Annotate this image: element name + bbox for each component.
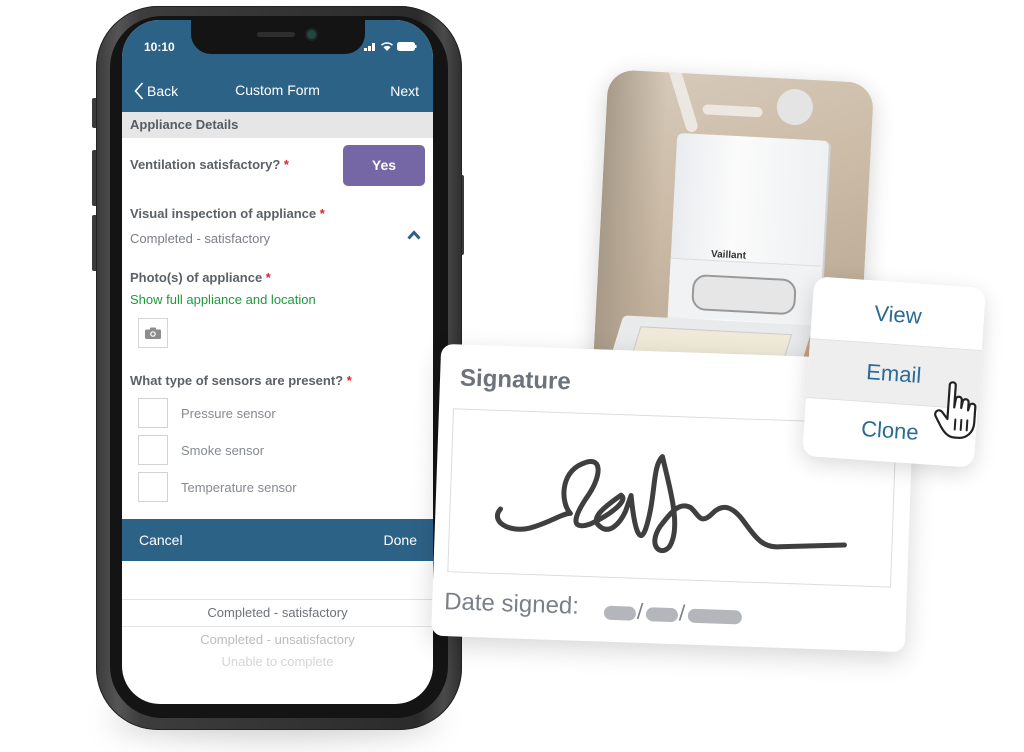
photos-label: Photo(s) of appliance *	[130, 270, 271, 285]
checkbox-label: Smoke sensor	[181, 442, 265, 458]
camera-icon	[145, 327, 161, 339]
status-time: 10:10	[144, 40, 175, 54]
checkbox-label: Temperature sensor	[181, 479, 297, 495]
photos-hint: Show full appliance and location	[130, 292, 316, 307]
date-day-field[interactable]	[603, 605, 637, 621]
sensors-label: What type of sensors are present? *	[130, 373, 352, 388]
phone-screen: 10:10 Back Custom Form Next Appliance De…	[122, 20, 433, 704]
cancel-button[interactable]: Cancel	[139, 532, 183, 548]
date-month-field[interactable]	[645, 607, 679, 623]
picker-option-selected[interactable]: Completed - satisfactory	[122, 605, 433, 620]
done-button[interactable]: Done	[384, 532, 417, 548]
nav-bar: Back Custom Form Next	[122, 68, 433, 112]
checkbox[interactable]	[138, 435, 168, 465]
battery-icon	[397, 42, 417, 51]
chevron-up-icon[interactable]	[407, 230, 421, 240]
sensor-option-temperature[interactable]: Temperature sensor	[138, 472, 297, 502]
next-button[interactable]: Next	[390, 83, 419, 99]
boiler-brand: Vaillant	[710, 248, 747, 262]
ventilation-yes-button[interactable]: Yes	[343, 145, 425, 186]
hand-pointer-icon	[934, 381, 977, 439]
visual-inspection-label: Visual inspection of appliance *	[130, 206, 325, 221]
checkbox[interactable]	[138, 472, 168, 502]
required-mark: *	[319, 206, 325, 221]
picker-option[interactable]: Unable to complete	[122, 654, 433, 669]
date-year-field[interactable]	[687, 608, 743, 625]
status-icons	[364, 42, 417, 51]
required-mark: *	[346, 373, 352, 388]
add-photo-button[interactable]	[138, 318, 168, 348]
picker-option[interactable]: Completed - unsatisfactory	[122, 632, 433, 647]
required-mark: *	[265, 270, 271, 285]
section-header: Appliance Details	[122, 112, 433, 138]
signature-title: Signature	[459, 364, 572, 396]
picker-divider	[122, 599, 433, 600]
wifi-icon	[381, 42, 393, 51]
checkbox[interactable]	[138, 398, 168, 428]
sensor-option-pressure[interactable]: Pressure sensor	[138, 398, 276, 428]
sensor-option-smoke[interactable]: Smoke sensor	[138, 435, 264, 465]
picker-divider	[122, 626, 433, 627]
picker-action-bar: Cancel Done	[122, 519, 433, 561]
required-mark: *	[283, 157, 289, 172]
visual-inspection-value[interactable]: Completed - satisfactory	[130, 231, 270, 246]
page-title: Custom Form	[235, 82, 320, 98]
checkbox-label: Pressure sensor	[181, 405, 276, 421]
date-signed-label: Date signed:	[443, 588, 580, 620]
phone-notch	[191, 20, 365, 54]
date-separator: /	[636, 598, 644, 625]
signal-icon	[364, 43, 375, 51]
date-separator: /	[678, 600, 686, 626]
ventilation-label: Ventilation satisfactory? *	[130, 157, 289, 172]
